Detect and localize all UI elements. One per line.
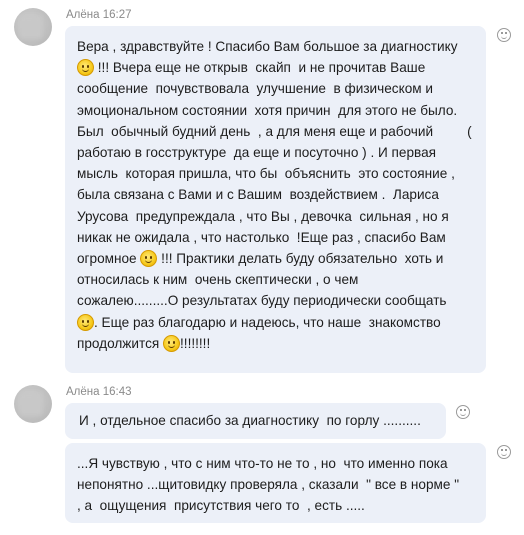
message-line: мысль которая пришла, что бы объяснить э… (77, 166, 455, 182)
message-line: Был обычный будний день , а для меня еще… (77, 123, 472, 139)
message-line: ...Я чувствую , что с ним что-то не то ,… (77, 456, 448, 471)
message-line: эмоциональном состоянии хотя причин для … (77, 102, 458, 118)
message-time: 16:43 (102, 386, 132, 398)
smiley-emoji-icon (140, 250, 158, 268)
message-time: 16:27 (102, 9, 132, 21)
message-meta: Алёна 16:27 (66, 9, 132, 21)
message-line: Урусова предупреждала , что Вы , девочка… (77, 208, 449, 224)
message-line: . Еще раз благодарю и надеюсь, что наше … (77, 312, 474, 333)
author-name: Алёна (66, 9, 100, 21)
message-line: , а ощущения присутствия чего то , есть … (77, 498, 365, 514)
message-line: работаю в госструктуре да еще и посуточн… (77, 145, 437, 161)
message-bubble[interactable]: Вера , здравствуйте ! Спасибо Вам большо… (65, 26, 486, 373)
message-bubble[interactable]: И , отдельное спасибо за диагностику по … (65, 403, 446, 439)
message-line: непонятно ...щитовидку проверяла , сказа… (77, 477, 460, 493)
smiley-reaction-icon[interactable] (456, 405, 470, 419)
smiley-emoji-icon (163, 334, 181, 352)
message-line: сожалею.........О результатах буду перио… (77, 293, 447, 309)
message-line: огромное !!! Практики делать буду обязат… (77, 250, 444, 268)
smiley-emoji-icon (77, 59, 94, 77)
smiley-emoji-icon (77, 313, 94, 331)
message-line: Вера , здравствуйте ! Спасибо Вам большо… (77, 39, 458, 54)
message-line: !!! Вчера еще не открыв скайп и не прочи… (77, 57, 474, 78)
message-line: была связана с Вами и с Вашим воздействи… (77, 187, 439, 203)
smiley-reaction-icon[interactable] (497, 445, 511, 459)
message-line: сообщение почувствовала улучшение в физи… (77, 81, 433, 97)
message-line: никак не ожидала , что настолько !Еще ра… (77, 229, 446, 245)
message-bubble[interactable]: ...Я чувствую , что с ним что-то не то ,… (65, 443, 486, 523)
message-line: относилась к ним очень скептически , о ч… (77, 272, 359, 288)
message-line: И , отдельное спасибо за диагностику по … (79, 413, 421, 428)
message-meta: Алёна 16:43 (66, 386, 132, 398)
smiley-reaction-icon[interactable] (497, 28, 511, 42)
avatar[interactable] (14, 8, 52, 46)
author-name: Алёна (66, 386, 100, 398)
message-line: продолжится !!!!!!!! (77, 334, 211, 352)
avatar[interactable] (14, 385, 52, 423)
